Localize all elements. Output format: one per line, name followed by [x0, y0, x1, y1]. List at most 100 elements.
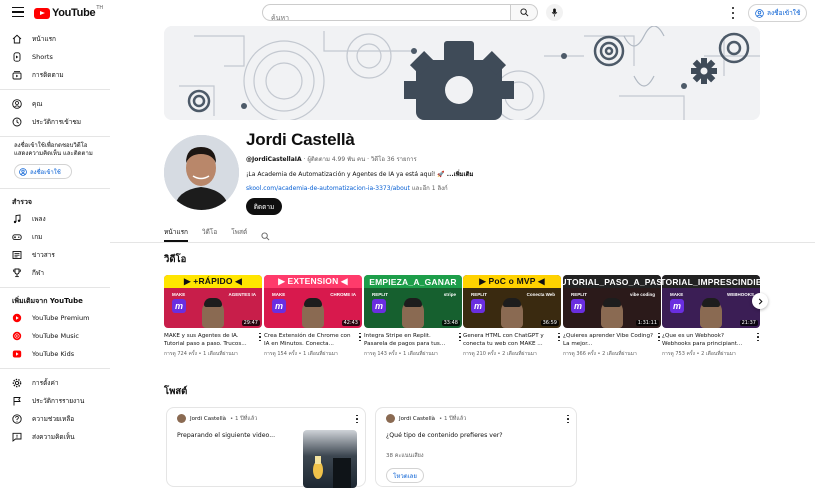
sidebar-item-report-history[interactable]: ประวัติการรายงาน — [0, 392, 110, 410]
videos-section-title[interactable]: วิดีโอ — [164, 252, 186, 267]
tab-home[interactable]: หน้าแรก — [164, 224, 188, 242]
channel-avatar[interactable] — [164, 135, 239, 210]
presenter-face — [601, 298, 623, 328]
youtube-logo[interactable]: YouTube TH — [34, 5, 104, 19]
channel-banner — [164, 26, 760, 120]
post-text: Preparando el siguiente video... — [177, 432, 276, 439]
sidebar-item-music[interactable]: เพลง — [0, 210, 110, 228]
sidebar-item-youtube-kids[interactable]: YouTube Kids — [0, 345, 110, 363]
sidebar-signin-button[interactable]: ลงชื่อเข้าใช้ — [14, 164, 72, 179]
search-icon — [519, 8, 528, 17]
video-title[interactable]: ¿Quieres aprender Vibe Coding? La mejor.… — [563, 332, 661, 348]
post-card[interactable]: Jordi Castellà • 1 ปีที่แล้ว ¿Qué tipo d… — [375, 407, 577, 487]
presenter-face — [402, 298, 424, 328]
sidebar-item-feedback[interactable]: ส่งความคิดเห็น — [0, 428, 110, 446]
presenter-face — [501, 298, 523, 328]
sidebar-item-help[interactable]: ความช่วยเหลือ — [0, 410, 110, 428]
youtube-play-icon — [34, 7, 50, 19]
video-thumbnail[interactable]: ▶ +RÁPIDO ◀ m MAKE AGENTES IA 29:47 — [164, 275, 262, 328]
description-more[interactable]: ...เพิ่มเติม — [445, 171, 474, 178]
sidebar-item-news[interactable]: ข่าวสาร — [0, 246, 110, 264]
video-menu-icon[interactable] — [756, 332, 760, 342]
sidebar-item-subscriptions[interactable]: การติดตาม — [0, 66, 110, 84]
sidebar-item-history[interactable]: ประวัติการเข้าชม — [0, 113, 110, 131]
sidebar-item-label: ประวัติการรายงาน — [32, 397, 85, 405]
sidebar-item-sports[interactable]: กีฬา — [0, 264, 110, 282]
video-title[interactable]: Genera HTML con ChatGPT y conecta tu web… — [463, 332, 561, 348]
sidebar-divider — [0, 89, 110, 90]
post-menu-icon[interactable] — [355, 414, 359, 424]
video-card[interactable]: TUTORIAL_PASO_A_PASOm REPLIT vibe coding 1:… — [563, 275, 661, 358]
channel-description[interactable]: ¡La Academia de Automatización y Agentes… — [246, 169, 474, 179]
video-title[interactable]: ¿Que es un Webhook? Webhooks para princi… — [662, 332, 760, 348]
sidebar-item-label: การติดตาม — [32, 71, 64, 79]
poll-votes: 38 คะแนนเสียง — [386, 453, 424, 459]
video-thumbnail[interactable]: EMPIEZA_A_GANAR m REPLIT stripe 33:48 — [364, 275, 462, 328]
post-author-avatar[interactable] — [177, 414, 186, 423]
thumbnail-banner-text: EMPIEZA_A_GANAR — [364, 275, 462, 288]
video-thumbnail[interactable]: ▶ EXTENSION ◀ m MAKE CHROME IA 42:43 — [264, 275, 362, 328]
sidebar-item-home[interactable]: หน้าแรก — [0, 30, 110, 48]
post-image[interactable] — [303, 430, 357, 488]
video-card[interactable]: ▶ +RÁPIDO ◀ m MAKE AGENTES IA 29:47 MAKE y su… — [164, 275, 262, 358]
signin-button[interactable]: ลงชื่อเข้าใช้ — [748, 4, 808, 22]
video-card[interactable]: ▶ PoC o MVP ◀ m REPLIT Conecta Web 36:59 Gene… — [463, 275, 561, 358]
microphone-icon — [551, 8, 558, 17]
sidebar-item-shorts[interactable]: Shorts — [0, 48, 110, 66]
logo-text: YouTube — [52, 7, 96, 19]
video-thumbnail[interactable]: TUTORIAL_PASO_A_PASOm REPLIT vibe coding 1:… — [563, 275, 661, 328]
video-title-text: Genera HTML con ChatGPT y conecta tu web… — [463, 333, 544, 347]
subscribe-button[interactable]: ติดตาม — [246, 198, 282, 215]
more-options-icon[interactable] — [728, 6, 738, 20]
sidebar-item-youtube-premium[interactable]: YouTube Premium — [0, 309, 110, 327]
voice-search-button[interactable] — [546, 4, 563, 21]
video-title[interactable]: MAKE y sus Agentes de IA. Tutorial paso … — [164, 332, 262, 348]
video-title[interactable]: Crea Extensión de Chrome con IA en Minut… — [264, 332, 362, 348]
tab-videos[interactable]: วิดีโอ — [202, 224, 217, 242]
video-menu-icon[interactable] — [657, 332, 661, 342]
vote-button[interactable]: โหวตเลย — [386, 468, 424, 483]
post-card[interactable]: Jordi Castellà • 1 ปีที่แล้ว Preparando … — [166, 407, 366, 488]
sidebar-item-settings[interactable]: การตั้งค่า — [0, 374, 110, 392]
video-menu-icon[interactable] — [258, 332, 262, 342]
video-thumbnail[interactable]: TUTORIAL_IMPRESCINDIBLEm MAKE WEBHOOKS 21:3… — [662, 275, 760, 328]
sidebar-item-you[interactable]: คุณ — [0, 95, 110, 113]
video-menu-icon[interactable] — [358, 332, 362, 342]
shelf-next-button[interactable] — [752, 293, 768, 309]
post-author-row: Jordi Castellà • 1 ปีที่แล้ว — [177, 414, 257, 423]
menu-icon[interactable] — [12, 7, 24, 17]
sidebar-item-gaming[interactable]: เกม — [0, 228, 110, 246]
post-author-name[interactable]: Jordi Castellà — [190, 416, 226, 422]
post-author-name[interactable]: Jordi Castellà — [399, 416, 435, 422]
video-menu-icon[interactable] — [557, 332, 561, 342]
thumbnail-tag-left: REPLIT — [571, 292, 588, 297]
video-thumbnail[interactable]: ▶ PoC o MVP ◀ m REPLIT Conecta Web 36:59 — [463, 275, 561, 328]
video-card[interactable]: EMPIEZA_A_GANAR m REPLIT stripe 33:48 Integra… — [364, 275, 462, 358]
search-button[interactable] — [510, 4, 538, 21]
sidebar-item-youtube-music[interactable]: YouTube Music — [0, 327, 110, 345]
post-author-avatar[interactable] — [386, 414, 395, 423]
channel-link[interactable]: skool.com/academia-de-automatizacion-ia-… — [246, 185, 410, 192]
presenter-face — [700, 298, 722, 328]
channel-tabs: หน้าแรก วิดีโอ โพสต์ — [164, 224, 270, 242]
more-links[interactable]: และอีก 1 ลิงก์ — [410, 185, 448, 192]
post-time[interactable]: • 1 ปีที่แล้ว — [230, 415, 257, 423]
post-menu-icon[interactable] — [566, 414, 570, 424]
post-text: ¿Qué tipo de contenido prefieres ver? — [386, 432, 503, 439]
video-menu-icon[interactable] — [458, 332, 462, 342]
thumbnail-tag-left: MAKE — [172, 292, 186, 297]
video-title[interactable]: Integra Stripe en Replit. Pasarela de pa… — [364, 332, 462, 348]
video-card[interactable]: TUTORIAL_IMPRESCINDIBLEm MAKE WEBHOOKS 21:3… — [662, 275, 760, 358]
video-card[interactable]: ▶ EXTENSION ◀ m MAKE CHROME IA 42:43 Crea Ext… — [264, 275, 362, 358]
thumbnail-banner-text: ▶ +RÁPIDO ◀ — [164, 275, 262, 288]
sidebar-item-label: ส่งความคิดเห็น — [32, 433, 75, 441]
channel-stats: · ผู้ติดตาม 4.99 พัน คน · วิดีโอ 36 รายก… — [301, 156, 417, 163]
search-input[interactable] — [263, 10, 510, 26]
posts-section-title[interactable]: โพสต์ — [164, 384, 187, 399]
thumbnail-tag-left: MAKE — [670, 292, 684, 297]
video-title-text: Integra Stripe en Replit. Pasarela de pa… — [364, 333, 446, 347]
logo-country: TH — [96, 5, 104, 11]
post-time[interactable]: • 1 ปีที่แล้ว — [439, 415, 466, 423]
tab-posts[interactable]: โพสต์ — [231, 224, 247, 242]
thumbnail-banner-text: ▶ PoC o MVP ◀ — [463, 275, 561, 288]
